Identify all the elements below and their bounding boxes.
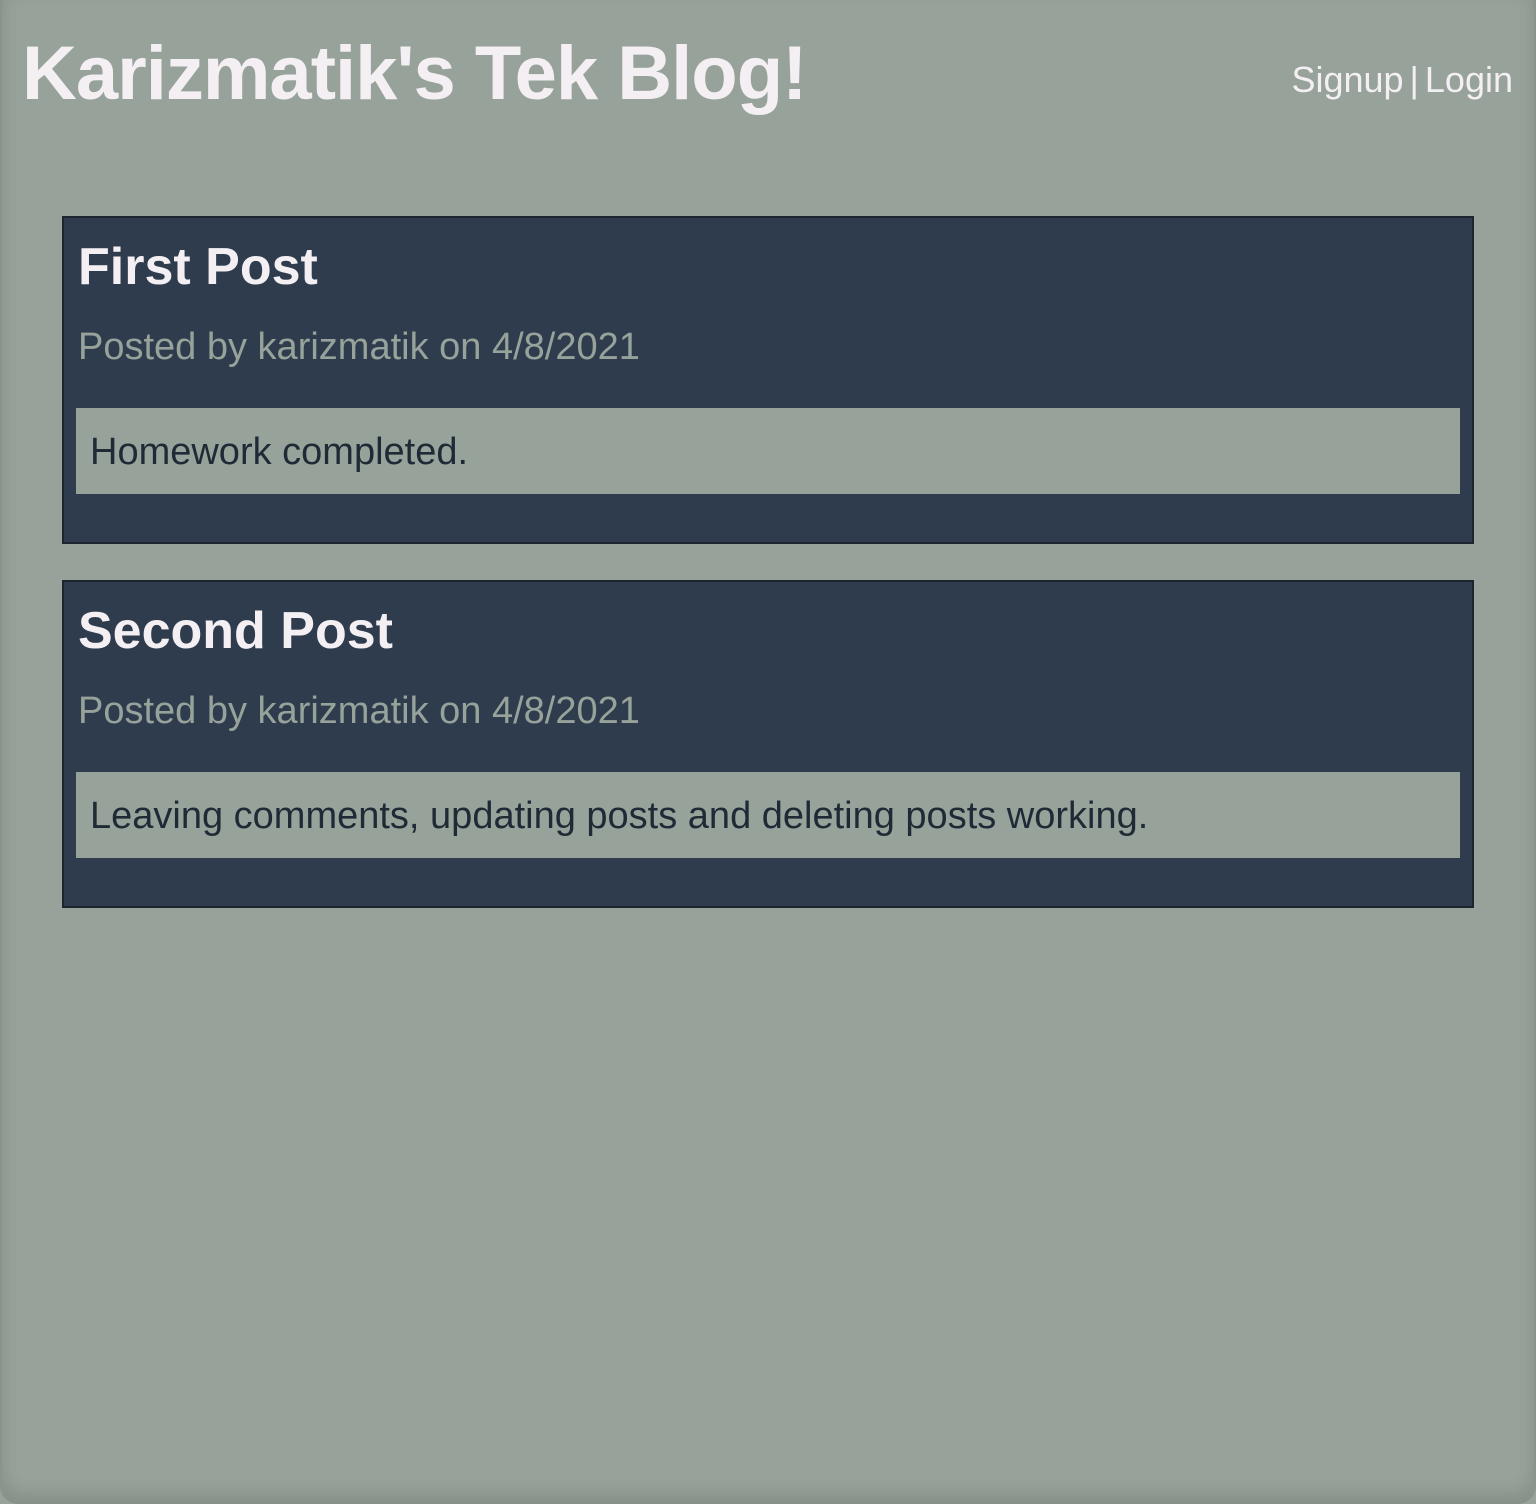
post-meta: Posted by karizmatik on 4/8/2021 bbox=[78, 326, 640, 368]
signup-link[interactable]: Signup bbox=[1291, 59, 1403, 100]
posts-list: First Post Posted by karizmatik on 4/8/2… bbox=[62, 216, 1474, 944]
post-card-first[interactable]: First Post Posted by karizmatik on 4/8/2… bbox=[62, 216, 1474, 544]
post-card-second[interactable]: Second Post Posted by karizmatik on 4/8/… bbox=[62, 580, 1474, 908]
nav-separator: | bbox=[1409, 59, 1419, 100]
site-title[interactable]: Karizmatik's Tek Blog! bbox=[22, 26, 807, 122]
post-title[interactable]: First Post bbox=[78, 236, 318, 298]
site-header: Karizmatik's Tek Blog! Signup | Login bbox=[0, 0, 1536, 140]
post-title[interactable]: Second Post bbox=[78, 600, 393, 662]
post-body: Leaving comments, updating posts and del… bbox=[76, 772, 1460, 858]
post-body: Homework completed. bbox=[76, 408, 1460, 494]
post-meta: Posted by karizmatik on 4/8/2021 bbox=[78, 690, 640, 732]
auth-nav: Signup | Login bbox=[1291, 58, 1513, 102]
login-link[interactable]: Login bbox=[1425, 59, 1513, 100]
